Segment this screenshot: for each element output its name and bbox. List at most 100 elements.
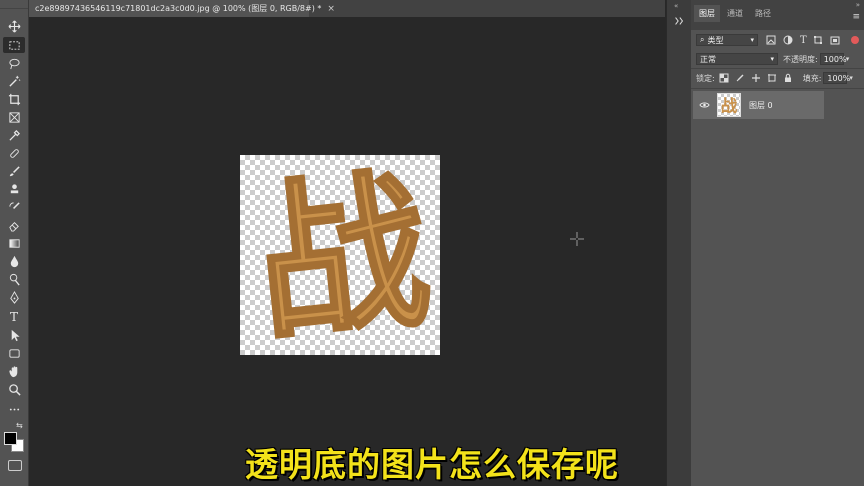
adjustment-filter-icon[interactable] xyxy=(783,35,793,45)
lock-position-icon[interactable] xyxy=(751,73,761,83)
eyedropper-tool[interactable] xyxy=(3,127,25,143)
crop-tool[interactable] xyxy=(3,91,25,107)
pixel-filter-icon[interactable] xyxy=(766,35,776,45)
toolbar-grip[interactable] xyxy=(0,0,28,9)
crop-icon xyxy=(8,93,20,105)
blend-row: 正常 ▾ 不透明度: 100% ▾ xyxy=(696,52,859,66)
gradient-icon xyxy=(8,238,20,248)
layer-row[interactable]: 战 图层 0 xyxy=(693,91,824,119)
lock-all-icon[interactable] xyxy=(783,73,793,83)
fill-label: 填充: xyxy=(802,73,822,83)
expand-arrows-icon[interactable]: » xyxy=(856,1,860,9)
lasso-icon xyxy=(8,58,20,69)
opacity-label: 不透明度: xyxy=(783,54,818,64)
filter-row: ⌕ 类型 ▾ T xyxy=(696,33,859,47)
hand-tool[interactable] xyxy=(3,363,25,379)
swap-colors-icon[interactable]: ⇆ xyxy=(16,421,23,430)
history-brush-tool[interactable] xyxy=(3,199,25,215)
layers-panel: » 图层 通道 路径 ≡ ⌕ 类型 ▾ T 正常 ▾ 不透明度: 100% ▾ … xyxy=(691,0,864,486)
lock-pixels-icon[interactable] xyxy=(735,73,745,83)
zoom-tool[interactable] xyxy=(3,381,25,397)
type-icon: T xyxy=(9,310,18,324)
frame-tool[interactable] xyxy=(3,109,25,125)
visibility-eye-icon[interactable] xyxy=(699,101,710,109)
chevron-down-icon: ▾ xyxy=(750,36,754,44)
blend-mode-select[interactable]: 正常 ▾ xyxy=(696,53,778,65)
history-panel-icon[interactable] xyxy=(671,14,687,28)
tab-layers[interactable]: 图层 xyxy=(694,5,720,22)
layer-kind-filter[interactable]: ⌕ 类型 ▾ xyxy=(696,34,758,46)
fill-value: 100% xyxy=(827,73,851,83)
eraser-tool[interactable] xyxy=(3,217,25,233)
tab-paths[interactable]: 路径 xyxy=(755,8,771,19)
history-brush-icon xyxy=(8,201,20,209)
panel-tabs: » 图层 通道 路径 ≡ xyxy=(691,0,864,30)
blur-icon xyxy=(10,255,18,267)
brush-tool[interactable] xyxy=(3,163,25,179)
lock-row: 锁定: 填充: 100% ▾ xyxy=(696,71,859,85)
pen-tool[interactable] xyxy=(3,289,25,305)
brush-icon xyxy=(9,165,20,176)
pen-icon xyxy=(9,290,19,304)
hand-icon xyxy=(8,365,17,377)
tools-panel: T ⇆ xyxy=(0,0,29,486)
subtitle-caption: 透明底的图片怎么保存呢 xyxy=(245,445,619,484)
shape-icon xyxy=(8,348,20,358)
lock-artboard-icon[interactable] xyxy=(767,73,777,83)
frame-icon xyxy=(8,111,20,123)
lock-transparency-icon[interactable] xyxy=(719,73,729,83)
zoom-icon xyxy=(8,383,21,396)
magic-wand-icon xyxy=(8,75,20,87)
eraser-icon xyxy=(8,221,19,232)
magic-wand-tool[interactable] xyxy=(3,73,25,89)
marquee-icon xyxy=(8,40,20,50)
opacity-dropdown-icon[interactable]: ▾ xyxy=(846,55,850,63)
collapsed-panel-strip: « xyxy=(666,0,692,486)
fill-input[interactable]: 100% xyxy=(823,72,851,84)
marquee-tool[interactable] xyxy=(3,37,25,53)
collapse-arrows-icon[interactable]: « xyxy=(674,2,678,10)
healing-brush-tool[interactable] xyxy=(3,145,25,161)
dodge-icon xyxy=(9,273,20,285)
gradient-tool[interactable] xyxy=(3,235,25,251)
foreground-color-swatch[interactable] xyxy=(4,432,17,445)
fill-dropdown-icon[interactable]: ▾ xyxy=(849,74,853,82)
move-tool[interactable] xyxy=(3,18,25,34)
opacity-input[interactable]: 100% xyxy=(819,53,847,65)
more-tools[interactable] xyxy=(3,401,25,417)
blend-mode-value: 正常 xyxy=(700,54,716,64)
shape-tool[interactable] xyxy=(3,345,25,361)
document-tab[interactable]: c2e89897436546119c71801dc2a3c0d0.jpg @ 1… xyxy=(29,0,335,17)
shape-filter-icon[interactable] xyxy=(813,35,823,45)
filter-toggle-icon[interactable] xyxy=(851,36,859,44)
dodge-tool[interactable] xyxy=(3,271,25,287)
close-tab-icon[interactable]: × xyxy=(327,4,335,14)
eyedropper-icon xyxy=(8,129,20,141)
opacity-value: 100% xyxy=(823,54,847,64)
kind-filter-value: 类型 xyxy=(707,35,724,45)
glyph-artwork: 战 xyxy=(246,150,439,368)
tab-channels[interactable]: 通道 xyxy=(727,8,743,19)
clone-stamp-tool[interactable] xyxy=(3,181,25,197)
path-select-icon xyxy=(11,329,20,341)
clone-stamp-icon xyxy=(10,183,18,193)
healing-brush-icon xyxy=(9,148,19,158)
crosshair-cursor-icon xyxy=(570,232,584,246)
lock-label: 锁定: xyxy=(696,73,715,83)
thumbnail-glyph: 战 xyxy=(721,96,738,115)
glyph-character: 战 xyxy=(248,155,438,355)
layer-name[interactable]: 图层 0 xyxy=(749,100,773,111)
panel-menu-icon[interactable]: ≡ xyxy=(852,12,860,22)
move-icon xyxy=(8,20,20,32)
type-filter-icon[interactable]: T xyxy=(800,35,807,46)
document-title: c2e89897436546119c71801dc2a3c0d0.jpg @ 1… xyxy=(35,4,322,13)
blur-tool[interactable] xyxy=(3,253,25,269)
smart-object-filter-icon[interactable] xyxy=(830,35,840,45)
path-select-tool[interactable] xyxy=(3,327,25,343)
layer-thumbnail: 战 xyxy=(717,93,741,117)
lasso-tool[interactable] xyxy=(3,55,25,71)
transparent-document[interactable]: 战 xyxy=(240,150,440,368)
more-icon xyxy=(9,408,19,410)
chevron-down-icon: ▾ xyxy=(770,55,774,63)
type-tool[interactable]: T xyxy=(3,309,25,325)
